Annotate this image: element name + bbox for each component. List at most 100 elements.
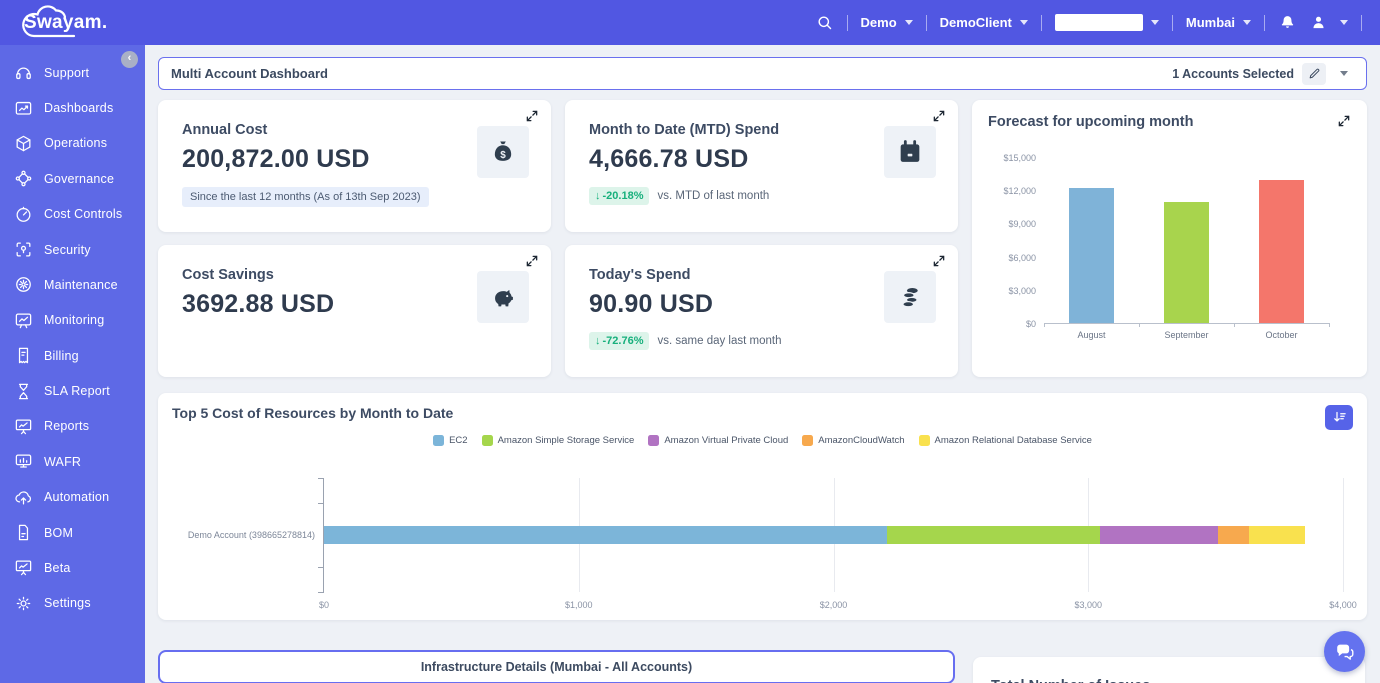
sidebar-item-security[interactable]: Security <box>0 232 145 267</box>
chat-button[interactable] <box>1324 631 1365 672</box>
dropdown-mumbai[interactable]: Mumbai <box>1186 15 1251 30</box>
legend-swatch <box>482 435 493 446</box>
sort-descending-button[interactable] <box>1325 405 1353 430</box>
edit-accounts-button[interactable] <box>1302 63 1326 85</box>
sidebar-item-label: Governance <box>44 172 114 186</box>
legend-swatch <box>919 435 930 446</box>
top5-axis-tick <box>318 503 324 504</box>
forecast-chart: $0$3,000$6,000$9,000$12,000$15,000 <box>988 158 1351 324</box>
sidebar-item-label: Beta <box>44 561 71 575</box>
sidebar-item-bom[interactable]: BOM <box>0 515 145 550</box>
forecast-ytick: $12,000 <box>1003 186 1036 196</box>
top5-axis-tick <box>318 478 324 479</box>
forecast-category-label: October <box>1234 324 1329 340</box>
sidebar-item-settings[interactable]: Settings <box>0 586 145 621</box>
sidebar-item-reports[interactable]: Reports <box>0 409 145 444</box>
sidebar-item-sla-report[interactable]: SLA Report <box>0 373 145 408</box>
sidebar-collapse-icon[interactable]: ‹ <box>121 51 138 68</box>
sidebar: ‹ Support Dashboards Operations Governance C… <box>0 45 145 683</box>
legend-item[interactable]: Amazon Virtual Private Cloud <box>648 435 788 446</box>
mtd-spend-card: Month to Date (MTD) Spend 4,666.78 USD ↓… <box>565 100 958 232</box>
annual-cost-card: Annual Cost 200,872.00 USD Since the las… <box>158 100 551 232</box>
stacked-bar <box>324 526 1305 544</box>
top5-xtick: $0 <box>319 600 329 610</box>
blank-field[interactable] <box>1055 14 1143 31</box>
cloud-upload-icon <box>14 488 33 507</box>
sidebar-item-label: Dashboards <box>44 101 113 115</box>
topbar-separator <box>1172 15 1173 31</box>
dropdown-democlient[interactable]: DemoClient <box>940 15 1028 30</box>
dashboard-header-bar: Multi Account Dashboard 1 Accounts Selec… <box>158 57 1367 90</box>
chevron-down-icon <box>1020 20 1028 25</box>
chart-window-icon <box>14 311 33 330</box>
cube-icon <box>14 134 33 153</box>
sidebar-item-label: Billing <box>44 349 79 363</box>
topbar: Swayam. Demo DemoClient Mumbai <box>0 0 1380 45</box>
monitor-bars-icon <box>14 452 33 471</box>
presentation-icon <box>14 417 33 436</box>
sidebar-item-operations[interactable]: Operations <box>0 126 145 161</box>
topbar-separator <box>847 15 848 31</box>
expand-icon[interactable] <box>932 109 948 125</box>
sidebar-item-beta[interactable]: Beta <box>0 550 145 585</box>
mtd-delta-badge: ↓-20.18% <box>589 187 649 205</box>
receipt-icon <box>14 346 33 365</box>
calendar-icon <box>884 126 936 178</box>
bar-segment <box>887 526 1100 544</box>
accounts-dropdown-button[interactable] <box>1334 67 1354 80</box>
sidebar-item-label: Monitoring <box>44 313 104 327</box>
forecast-bar-august <box>1069 188 1114 323</box>
bell-icon[interactable] <box>1278 14 1296 32</box>
topbar-controls: Demo DemoClient Mumbai <box>816 14 1362 32</box>
legend-label: Amazon Relational Database Service <box>935 435 1092 446</box>
legend-item[interactable]: Amazon Relational Database Service <box>919 435 1092 446</box>
sidebar-item-wafr[interactable]: WAFR <box>0 444 145 479</box>
today-spend-card: Today's Spend 90.90 USD ↓-72.76% vs. sam… <box>565 245 958 377</box>
forecast-ytick: $9,000 <box>1008 219 1036 229</box>
forecast-bar-october <box>1259 180 1304 323</box>
top5-xtick: $4,000 <box>1329 600 1357 610</box>
sidebar-item-monitoring[interactable]: Monitoring <box>0 303 145 338</box>
coins-icon <box>884 271 936 323</box>
app-logo[interactable]: Swayam. <box>14 0 107 45</box>
logo-text: Swayam. <box>14 12 107 34</box>
chevron-down-icon <box>905 20 913 25</box>
sidebar-item-label: Cost Controls <box>44 207 122 221</box>
blank-dropdown[interactable] <box>1055 14 1159 31</box>
scan-icon <box>14 240 33 259</box>
expand-icon[interactable] <box>525 109 541 125</box>
sidebar-item-governance[interactable]: Governance <box>0 161 145 196</box>
expand-icon[interactable] <box>932 254 948 270</box>
legend-label: AmazonCloudWatch <box>818 435 904 446</box>
legend-label: EC2 <box>449 435 467 446</box>
infrastructure-details-panel[interactable]: Infrastructure Details (Mumbai - All Acc… <box>158 650 955 683</box>
top5-category-label: Demo Account (398665278814) <box>188 530 315 540</box>
legend-swatch <box>802 435 813 446</box>
expand-icon[interactable] <box>1337 114 1353 130</box>
gauge-icon <box>14 205 33 224</box>
forecast-axis-tick <box>1234 323 1235 327</box>
sidebar-item-label: Reports <box>44 419 89 433</box>
sidebar-item-label: Support <box>44 66 89 80</box>
page-title: Multi Account Dashboard <box>171 66 328 81</box>
expand-icon[interactable] <box>525 254 541 270</box>
sidebar-item-maintenance[interactable]: Maintenance <box>0 267 145 302</box>
sidebar-item-automation[interactable]: Automation <box>0 480 145 515</box>
legend-item[interactable]: AmazonCloudWatch <box>802 435 904 446</box>
legend-item[interactable]: Amazon Simple Storage Service <box>482 435 635 446</box>
user-icon[interactable] <box>1309 14 1327 32</box>
search-icon[interactable] <box>816 14 834 32</box>
legend-label: Amazon Virtual Private Cloud <box>664 435 788 446</box>
dropdown-demo[interactable]: Demo <box>861 15 913 30</box>
legend-item[interactable]: EC2 <box>433 435 467 446</box>
sidebar-item-billing[interactable]: Billing <box>0 338 145 373</box>
dashboard-icon <box>14 99 33 118</box>
today-delta-badge: ↓-72.76% <box>589 332 649 350</box>
sidebar-item-dashboards[interactable]: Dashboards <box>0 90 145 125</box>
top5-axis-tick <box>318 567 324 568</box>
bar-segment <box>1100 526 1218 544</box>
user-caret-icon[interactable] <box>1340 20 1348 25</box>
sidebar-item-label: WAFR <box>44 455 81 469</box>
bar-segment <box>324 526 887 544</box>
sidebar-item-cost-controls[interactable]: Cost Controls <box>0 197 145 232</box>
